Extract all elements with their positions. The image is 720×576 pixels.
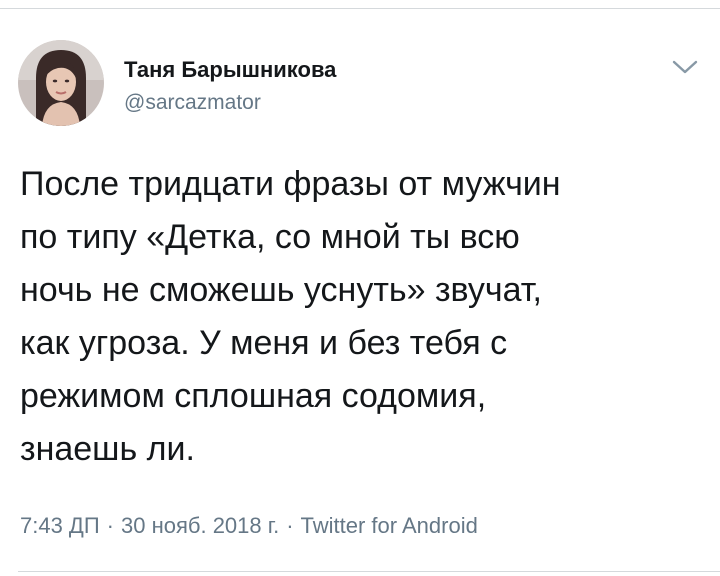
tweet-time[interactable]: 7:43 ДП — [20, 513, 100, 538]
bottom-divider — [18, 571, 720, 572]
meta-separator: · — [286, 513, 294, 538]
chevron-down-icon[interactable] — [670, 55, 700, 79]
top-divider — [0, 8, 720, 9]
author-display-name[interactable]: Таня Барышникова — [124, 57, 336, 83]
tweet-text-line: ночь не сможешь уснуть» звучат, — [20, 271, 543, 309]
avatar[interactable] — [18, 40, 104, 126]
tweet-meta: 7:43 ДП · 30 нояб. 2018 г. · Twitter for And… — [20, 512, 478, 540]
avatar-image — [18, 40, 104, 126]
tweet-text-line: как угроза. У меня и без тебя с — [20, 324, 508, 362]
tweet-text: После тридцати фразы от мужчин по типу «… — [20, 158, 710, 476]
tweet-text-line: знаешь ли. — [20, 430, 195, 468]
tweet-text-line: После тридцати фразы от мужчин — [20, 165, 561, 203]
tweet-source[interactable]: Twitter for Android — [301, 513, 478, 538]
meta-separator: · — [106, 513, 114, 538]
tweet-text-line: по типу «Детка, со мной ты всю — [20, 218, 520, 256]
author-username[interactable]: @sarcazmator — [124, 90, 261, 116]
tweet-text-line: режимом сплошная содомия, — [20, 377, 487, 415]
tweet-date[interactable]: 30 нояб. 2018 г. — [121, 513, 279, 538]
